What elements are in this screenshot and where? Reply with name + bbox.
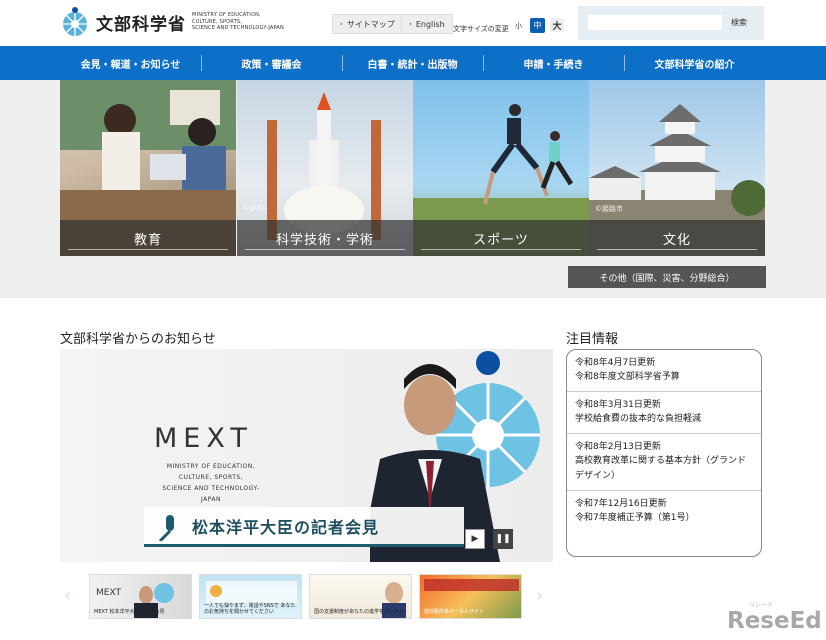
site-header: 文部科学省 MINISTRY OF EDUCATION, CULTURE, SP… [0,0,826,46]
site-logo[interactable]: 文部科学省 MINISTRY OF EDUCATION, CULTURE, SP… [60,4,284,40]
nav-item-publications[interactable]: 白書・統計・出版物 [342,46,483,80]
notice-date: 令和7年12月16日更新 [575,499,667,509]
notice-title[interactable]: 高校教育改革に関する基本方針（グランドデザイン） [575,454,753,484]
play-icon: ▶ [471,534,479,544]
mext-subtitle: MINISTRY OF EDUCATION, CULTURE, SPORTS, … [162,463,260,503]
thumb-label: 国の支援制度があなたの進学をアシスト [314,609,404,615]
slide-caption: 松本洋平大臣の記者会見 [144,507,464,547]
carousel-prev-button[interactable]: ‹ [64,585,71,606]
search-button[interactable]: 検索 [724,15,754,30]
font-size-label: 文字サイズの変更 [453,25,509,33]
chevron-right-icon: › [409,20,412,28]
watermark-logo: ReseEd [727,608,822,634]
category-tile-education[interactable]: 教育 [60,80,236,256]
notice-title[interactable]: 学校給食費の抜本的な負担軽減 [575,412,753,427]
carousel-thumb[interactable]: MEXT MEXT 松本洋平大臣の記者会見 [89,574,192,619]
nav-item-applications[interactable]: 申請・手続き [483,46,624,80]
category-tile-culture[interactable]: ©姫路市 文化 [589,80,765,256]
thumb-label: MEXT 松本洋平大臣の記者会見 [94,609,165,615]
search-input[interactable] [588,15,722,30]
svg-text:MEXT: MEXT [96,588,121,598]
nav-item-about[interactable]: 文部科学省の紹介 [624,46,765,80]
list-item[interactable]: 令和7年12月16日更新 令和7年度補正予算（第1号） [567,491,761,532]
slide-play-button[interactable]: ▶ [465,529,485,549]
nav-item-press[interactable]: 会見・報道・お知らせ [60,46,201,80]
carousel-thumb[interactable]: 部活動改革ポータルサイト [419,574,522,619]
list-item[interactable]: 令和8年3月31日更新 学校給食費の抜本的な負担軽減 [567,392,761,434]
notice-list: 令和8年4月7日更新 令和8年度文部科学省予算 令和8年3月31日更新 学校給食… [566,349,762,557]
news-section-title: 文部科学省からのお知らせ [60,332,216,347]
photo-credit: ©姫路市 [595,205,623,213]
other-categories-button[interactable]: その他（国際、災害、分野総合） [568,266,766,288]
category-tile-science[interactable]: ©JAXA 科学技術・学術 [237,80,413,256]
font-size-medium-button[interactable]: 中 [530,18,545,33]
main-visual-slide[interactable]: MEXT MINISTRY OF EDUCATION, CULTURE, SPO… [60,349,553,562]
english-button[interactable]: › English [401,14,453,34]
logo-name: 文部科学省 [96,14,186,35]
search-box: 検索 [578,6,764,40]
sitemap-button[interactable]: › サイトマップ [332,14,403,34]
notice-date: 令和8年2月13日更新 [575,442,661,452]
carousel-thumb[interactable]: 一人でも悩やまず、電話やSNSで あなたのお気持ちを聞かせてください [199,574,302,619]
pause-icon: ❚❚ [495,534,511,544]
category-label: 科学技術・学術 [237,220,413,256]
slide-pause-button[interactable]: ❚❚ [493,529,513,549]
notice-title[interactable]: 令和7年度補正予算（第1号） [575,511,753,526]
list-item[interactable]: 令和8年4月7日更新 令和8年度文部科学省予算 [567,350,761,392]
microphone-icon [158,515,174,541]
font-size-small-button[interactable]: 小 [512,19,525,32]
mext-emblem-icon [63,7,87,36]
notice-date: 令和8年3月31日更新 [575,400,661,410]
thumb-label: 部活動改革ポータルサイト [424,609,485,615]
category-label: 文化 [589,220,765,256]
category-label: 教育 [60,220,236,256]
thumb-label: 一人でも悩やまず、電話やSNSで あなたのお気持ちを聞かせてください [204,603,296,615]
notice-date: 令和8年4月7日更新 [575,358,656,368]
category-tile-sports[interactable]: スポーツ [413,80,589,256]
font-size-large-button[interactable]: 大 [550,18,564,32]
slide-caption-text: 松本洋平大臣の記者会見 [192,517,380,537]
list-item[interactable]: 令和8年2月13日更新 高校教育改革に関する基本方針（グランドデザイン） [567,434,761,491]
category-label: スポーツ [413,220,589,256]
chevron-right-icon: › [340,20,343,28]
nav-item-policy[interactable]: 政策・審議会 [201,46,342,80]
logo-english-name: MINISTRY OF EDUCATION, CULTURE, SPORTS, … [192,12,284,32]
carousel-next-button[interactable]: › [536,585,543,606]
global-nav: 会見・報道・お知らせ 政策・審議会 白書・統計・出版物 申請・手続き 文部科学省… [0,46,826,80]
mext-wordmark: MEXT [154,423,253,454]
notice-title[interactable]: 令和8年度文部科学省予算 [575,370,753,385]
carousel-thumb[interactable]: 国の支援制度があなたの進学をアシスト [309,574,412,619]
notice-section-title: 注目情報 [566,332,619,347]
photo-credit: ©JAXA [243,204,267,212]
